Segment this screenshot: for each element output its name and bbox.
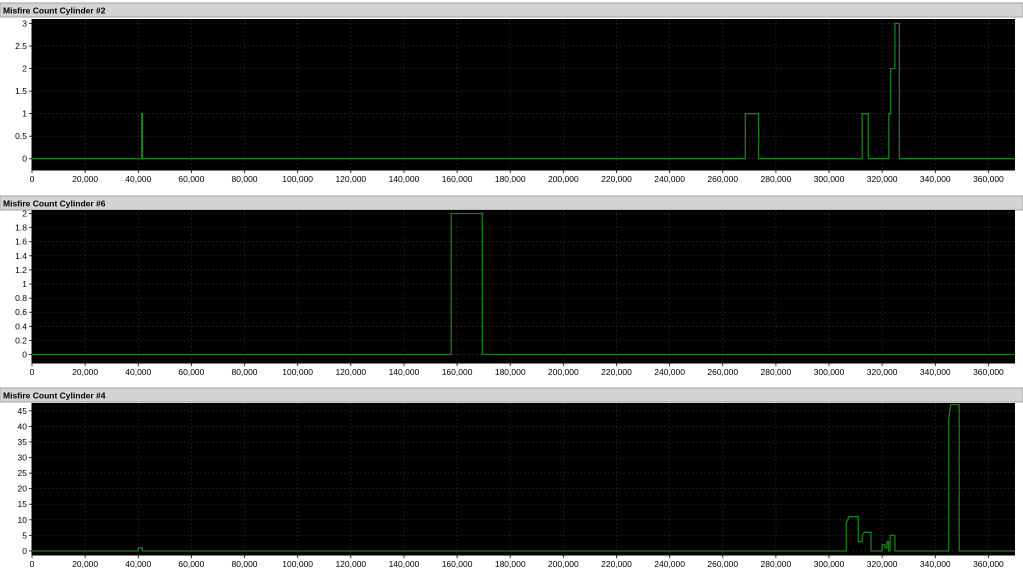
x-tick-label: 160,000 <box>442 559 473 569</box>
x-tick-label: 240,000 <box>654 174 685 184</box>
plot-area <box>32 19 1015 170</box>
chart-title-bar <box>0 195 1023 211</box>
x-tick-label: 320,000 <box>867 559 898 569</box>
chart-title-bar <box>0 2 1023 18</box>
x-tick-label: 300,000 <box>814 367 845 377</box>
y-tick-label: 2.5 <box>15 41 27 51</box>
y-tick-label: 2 <box>22 64 27 74</box>
x-tick-label: 200,000 <box>548 367 579 377</box>
chart-title: Misfire Count Cylinder #4 <box>3 391 106 401</box>
chart-title: Misfire Count Cylinder #6 <box>3 199 106 209</box>
x-tick-label: 280,000 <box>761 559 792 569</box>
x-tick-label: 40,000 <box>125 174 151 184</box>
x-tick-label: 20,000 <box>72 559 98 569</box>
x-tick-label: 140,000 <box>389 559 420 569</box>
x-tick-label: 360,000 <box>973 174 1004 184</box>
x-tick-label: 220,000 <box>601 367 632 377</box>
x-tick-label: 40,000 <box>125 559 151 569</box>
x-tick-label: 340,000 <box>920 174 951 184</box>
y-tick-label: 0 <box>22 350 27 360</box>
x-tick-label: 60,000 <box>178 367 204 377</box>
x-tick-label: 20,000 <box>72 367 98 377</box>
x-tick-label: 80,000 <box>232 559 258 569</box>
y-tick-label: 0.6 <box>15 307 27 317</box>
x-tick-label: 260,000 <box>707 559 738 569</box>
plot-area <box>32 210 1015 363</box>
y-tick-label: 1.4 <box>15 251 27 261</box>
chart-window: Misfire Count Cylinder #2 0 20,000 40,000 60… <box>0 0 1023 576</box>
x-tick-label: 360,000 <box>973 559 1004 569</box>
y-tick-label: 30 <box>18 453 28 463</box>
y-tick-label: 1 <box>22 109 27 119</box>
x-tick-label: 120,000 <box>335 174 366 184</box>
x-tick-label: 340,000 <box>920 559 951 569</box>
x-tick-label: 0 <box>30 174 35 184</box>
chart-panel-1: Misfire Count Cylinder #2 0 20,000 40,000 60… <box>0 2 1023 184</box>
y-tick-label: 0 <box>22 546 27 556</box>
y-tick-label: 0.2 <box>15 335 27 345</box>
x-tick-label: 240,000 <box>654 367 685 377</box>
x-tick-label: 280,000 <box>761 367 792 377</box>
y-tick-label: 2 <box>22 209 27 219</box>
y-tick-label: 15 <box>18 499 28 509</box>
x-tick-label: 160,000 <box>442 174 473 184</box>
x-tick-label: 240,000 <box>654 559 685 569</box>
x-tick-label: 180,000 <box>495 174 526 184</box>
x-tick-label: 120,000 <box>335 559 366 569</box>
x-tick-label: 100,000 <box>282 559 313 569</box>
y-tick-label: 20 <box>18 484 28 494</box>
x-tick-label: 180,000 <box>495 559 526 569</box>
x-tick-label: 200,000 <box>548 559 579 569</box>
x-tick-label: 300,000 <box>814 559 845 569</box>
chart-panel-2: Misfire Count Cylinder #6 0 20,000 40,000 60… <box>0 195 1023 377</box>
x-tick-label: 300,000 <box>814 174 845 184</box>
x-tick-label: 340,000 <box>920 367 951 377</box>
charts-svg: Misfire Count Cylinder #2 0 20,000 40,000 60… <box>0 2 1023 569</box>
chart-title-bar <box>0 387 1023 403</box>
y-tick-label: 1.5 <box>15 86 27 96</box>
x-tick-label: 160,000 <box>442 367 473 377</box>
x-tick-label: 40,000 <box>125 367 151 377</box>
x-tick-label: 320,000 <box>867 174 898 184</box>
x-tick-label: 140,000 <box>389 174 420 184</box>
y-tick-label: 35 <box>18 437 28 447</box>
chart-panel-3: Misfire Count Cylinder #4 0 20,000 40,000 60… <box>0 387 1023 569</box>
x-tick-label: 260,000 <box>707 174 738 184</box>
x-tick-label: 100,000 <box>282 367 313 377</box>
x-tick-label: 320,000 <box>867 367 898 377</box>
x-tick-label: 100,000 <box>282 174 313 184</box>
y-tick-label: 40 <box>18 421 28 431</box>
x-tick-label: 140,000 <box>389 367 420 377</box>
y-tick-label: 0.4 <box>15 321 27 331</box>
x-tick-label: 60,000 <box>178 174 204 184</box>
x-tick-label: 260,000 <box>707 367 738 377</box>
y-tick-label: 45 <box>18 406 28 416</box>
x-tick-label: 80,000 <box>232 174 258 184</box>
x-tick-label: 220,000 <box>601 174 632 184</box>
y-tick-label: 1.2 <box>15 265 27 275</box>
x-tick-label: 280,000 <box>761 174 792 184</box>
x-tick-label: 120,000 <box>335 367 366 377</box>
x-tick-label: 360,000 <box>973 367 1004 377</box>
chart-title: Misfire Count Cylinder #2 <box>3 6 106 16</box>
y-tick-label: 1 <box>22 279 27 289</box>
y-tick-label: 10 <box>18 515 28 525</box>
y-tick-label: 0.5 <box>15 131 27 141</box>
x-tick-label: 20,000 <box>72 174 98 184</box>
y-tick-label: 1.6 <box>15 237 27 247</box>
y-tick-label: 0 <box>22 154 27 164</box>
x-tick-label: 200,000 <box>548 174 579 184</box>
x-tick-label: 0 <box>30 367 35 377</box>
y-tick-label: 25 <box>18 468 28 478</box>
y-tick-label: 3 <box>22 19 27 29</box>
x-tick-label: 180,000 <box>495 367 526 377</box>
y-tick-label: 1.8 <box>15 223 27 233</box>
x-tick-label: 220,000 <box>601 559 632 569</box>
y-tick-label: 0.8 <box>15 293 27 303</box>
y-tick-label: 5 <box>22 530 27 540</box>
x-tick-label: 80,000 <box>232 367 258 377</box>
x-tick-label: 60,000 <box>178 559 204 569</box>
x-tick-label: 0 <box>30 559 35 569</box>
